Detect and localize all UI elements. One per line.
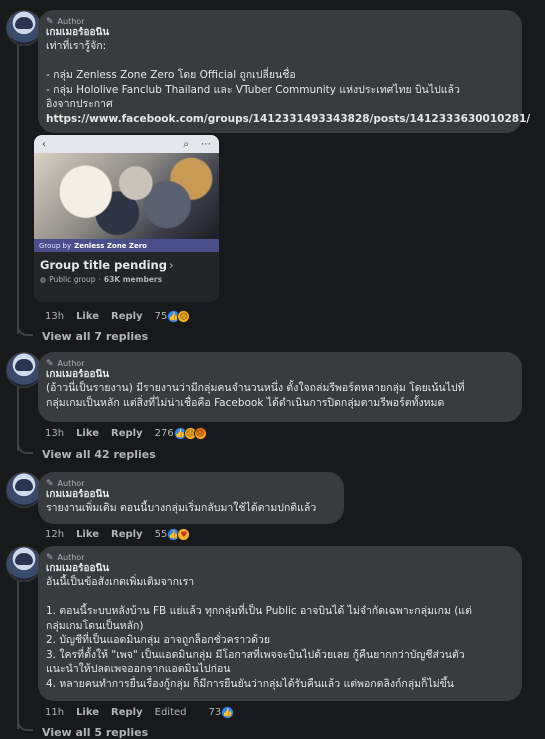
comment-bubble: ✎ Author เกมเมอร์ออนิน (อ้าวนี่เป็นรายงา…	[38, 352, 522, 422]
avatar[interactable]	[6, 472, 42, 508]
group-strip-prefix: Group by	[39, 241, 72, 250]
thread-connector	[17, 322, 33, 336]
author-name[interactable]: เกมเมอร์ออนิน	[46, 489, 334, 501]
comment-time[interactable]: 11h	[45, 707, 64, 718]
edited-label: Edited	[154, 706, 187, 718]
author-badge: ✎ Author	[46, 16, 512, 27]
pen-icon: ✎	[46, 358, 54, 369]
chevron-right-icon: ›	[168, 258, 174, 272]
comment-text: รายงานเพิ่มเติม ตอนนี้บางกลุ่มเริ่มกลับม…	[46, 502, 317, 514]
comment-bubble: ✎ Author เกมเมอร์ออนิน อันนี้เป็นข้อสังเ…	[38, 546, 522, 701]
reply-button[interactable]: Reply	[111, 707, 143, 718]
like-reaction-icon: 👍	[221, 705, 235, 719]
comment-actions: 12h Like Reply 55 👍 ♥	[45, 527, 191, 541]
comment-text: เท่าที่เรารู้จัก: - กลุ่ม Zenless Zone Z…	[46, 40, 460, 110]
like-button[interactable]: Like	[76, 707, 99, 718]
avatar[interactable]	[6, 10, 42, 46]
reply-button[interactable]: Reply	[111, 311, 143, 322]
reply-button[interactable]: Reply	[111, 529, 143, 540]
globe-icon: ◍	[40, 275, 47, 284]
author-badge: ✎ Author	[46, 358, 512, 369]
author-badge-label: Author	[57, 553, 85, 562]
pen-icon: ✎	[46, 16, 54, 27]
avatar[interactable]	[6, 546, 42, 582]
card-toolbar: ‹ ⌕ ⋯	[34, 135, 219, 153]
group-strip: Group by Zenless Zone Zero	[34, 239, 219, 252]
card-title-row: Group title pending ›	[34, 252, 219, 272]
care-reaction-icon: ♥	[177, 527, 191, 541]
reactions-count[interactable]: 75	[155, 311, 168, 322]
pen-icon: ✎	[46, 552, 54, 563]
view-replies-link[interactable]: View all 42 replies	[42, 448, 156, 461]
comment-time[interactable]: 13h	[45, 428, 64, 439]
pen-icon: ✎	[46, 478, 54, 489]
thread-line	[17, 36, 19, 334]
comment-bubble: ✎ Author เกมเมอร์ออนิน รายงานเพิ่มเติม ต…	[38, 472, 344, 524]
comment-actions: 11h Like Reply Edited 73 👍	[45, 705, 235, 719]
author-name[interactable]: เกมเมอร์ออนิน	[46, 369, 512, 381]
reactions-count[interactable]: 55	[155, 529, 168, 540]
card-title: Group title pending	[40, 258, 167, 272]
card-meta: ◍ Public group · 63K members	[34, 272, 219, 287]
author-badge-label: Author	[57, 17, 85, 26]
comment-bubble: ✎ Author เกมเมอร์ออนิน เท่าที่เรารู้จัก:…	[38, 10, 530, 133]
comment-actions: 13h Like Reply 75 👍 ☹	[45, 309, 191, 323]
author-name[interactable]: เกมเมอร์ออนิน	[46, 563, 512, 575]
reactions-count[interactable]: 276	[155, 428, 174, 439]
author-name[interactable]: เกมเมอร์ออนิน	[46, 27, 512, 39]
comment-text: (อ้าวนี่เป็นรายงาน) มีรายงานว่ามีกลุ่มคน…	[46, 382, 465, 409]
author-badge-label: Author	[57, 359, 85, 368]
comment-actions: 13h Like Reply 276 👍 ☹ ☹	[45, 426, 207, 440]
view-replies-link[interactable]: View all 7 replies	[42, 330, 148, 343]
search-icon: ⌕	[183, 138, 189, 150]
reactions[interactable]: 👍 ☹ ☹	[173, 426, 207, 440]
comment-time[interactable]: 12h	[45, 529, 64, 540]
like-button[interactable]: Like	[76, 311, 99, 322]
like-button[interactable]: Like	[76, 428, 99, 439]
link-preview-card[interactable]: ‹ ⌕ ⋯ Group by Zenless Zone Zero Group t…	[34, 135, 219, 302]
reactions[interactable]: 👍 ☹	[167, 309, 191, 323]
reply-button[interactable]: Reply	[111, 428, 143, 439]
reactions-count[interactable]: 73	[209, 707, 222, 718]
thread-connector	[17, 717, 33, 731]
card-meta-separator: ·	[98, 275, 101, 284]
author-badge: ✎ Author	[46, 552, 512, 563]
more-icon: ⋯	[201, 138, 211, 150]
card-meta-members: 63K members	[103, 275, 163, 284]
like-button[interactable]: Like	[76, 529, 99, 540]
author-badge: ✎ Author	[46, 478, 334, 489]
view-replies-link[interactable]: View all 5 replies	[42, 726, 148, 739]
comment-time[interactable]: 13h	[45, 311, 64, 322]
avatar[interactable]	[6, 352, 42, 388]
thread-line	[17, 572, 19, 729]
angry-reaction-icon: ☹	[193, 426, 207, 440]
sad-reaction-icon: ☹	[177, 309, 191, 323]
reactions[interactable]: 👍 ♥	[167, 527, 191, 541]
post-link[interactable]: https://www.facebook.com/groups/14123314…	[46, 113, 530, 125]
group-cover-image	[34, 153, 219, 239]
author-badge-label: Author	[57, 479, 85, 488]
reactions[interactable]: 👍	[221, 705, 235, 719]
comment-text: อันนี้เป็นข้อสังเกตเพิ่มเติมจากเรา 1. ตอ…	[46, 576, 472, 690]
group-strip-name: Zenless Zone Zero	[74, 241, 147, 250]
card-meta-type: Public group	[49, 275, 96, 284]
thread-connector	[17, 440, 33, 454]
back-arrow-icon: ‹	[42, 138, 46, 150]
